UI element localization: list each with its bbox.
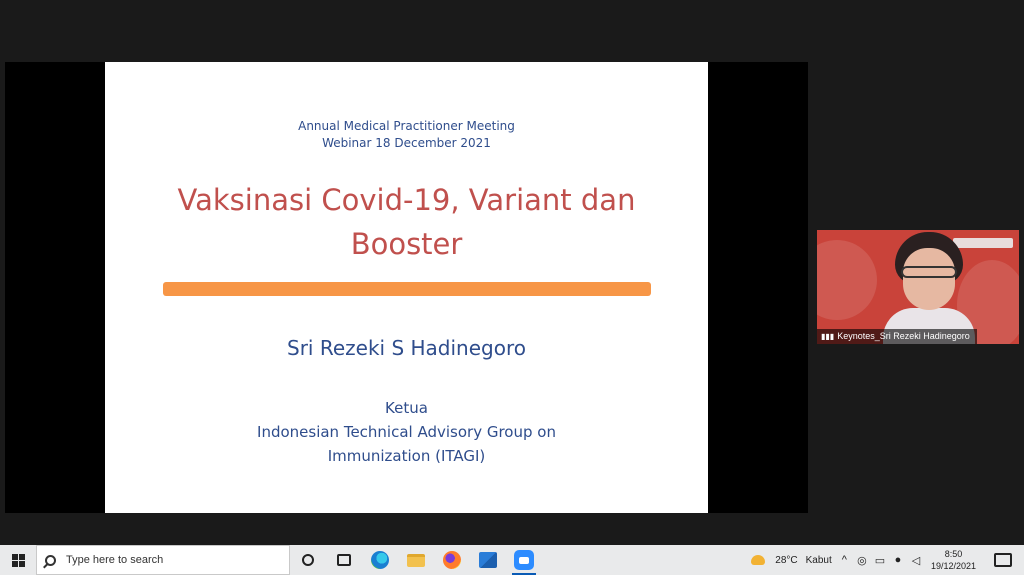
meeting-name: Annual Medical Practitioner Meeting: [298, 119, 515, 133]
slide-title-line2: Booster: [350, 227, 463, 261]
clock-date: 19/12/2021: [930, 561, 976, 571]
presenter-name: Sri Rezeki S Hadinegoro: [287, 336, 526, 360]
signal-bars-icon: ▮▮▮: [821, 332, 835, 341]
search-placeholder: Type here to search: [66, 554, 164, 566]
org-line1: Indonesian Technical Advisory Group on: [257, 423, 556, 441]
meeting-info: Annual Medical Practitioner Meeting Webi…: [105, 118, 708, 152]
show-hidden-icons-chevron-icon[interactable]: ^: [842, 554, 847, 566]
zoom-icon: [514, 550, 534, 570]
windows-taskbar: Type here to search 28°C Kabut ^ ◎ ▭ ● ◁…: [0, 545, 1024, 575]
volume-icon[interactable]: ◁: [909, 554, 923, 567]
edge-browser-icon: [371, 551, 389, 569]
task-view-icon: [337, 554, 351, 566]
network-icon[interactable]: ▭: [873, 554, 887, 567]
system-tray: 28°C Kabut ^ ◎ ▭ ● ◁ 8:50 19/12/2021: [751, 545, 1024, 575]
task-view-button[interactable]: [326, 545, 362, 575]
firefox-icon: [443, 551, 461, 569]
participant-face: [903, 248, 955, 310]
firefox-taskbar-button[interactable]: [434, 545, 470, 575]
background-shape: [817, 240, 877, 320]
clock-time: 8:50: [944, 549, 963, 559]
cortana-button[interactable]: [290, 545, 326, 575]
weather-description[interactable]: Kabut: [806, 555, 832, 566]
participant-video-tile[interactable]: ▮▮▮ Keynotes_Sri Rezeki Hadinegoro: [817, 230, 1019, 344]
participant-video: [883, 230, 975, 344]
accent-bar: [163, 282, 651, 296]
microphone-icon[interactable]: ●: [891, 554, 905, 566]
windows-logo-icon: [11, 553, 25, 567]
participant-name-label: ▮▮▮ Keynotes_Sri Rezeki Hadinegoro: [817, 329, 977, 344]
photos-icon: [479, 552, 497, 568]
slide-title-line1: Vaksinasi Covid-19, Variant dan: [177, 183, 636, 217]
presenter-affiliation: Ketua Indonesian Technical Advisory Grou…: [105, 396, 708, 468]
participant-glasses: [901, 266, 957, 278]
meeting-area: Annual Medical Practitioner Meeting Webi…: [0, 0, 1024, 545]
slide-title: Vaksinasi Covid-19, Variant dan Booster: [105, 178, 708, 266]
folder-icon: [407, 553, 425, 567]
weather-cloud-sun-icon[interactable]: [751, 555, 766, 565]
file-explorer-taskbar-button[interactable]: [398, 545, 434, 575]
taskbar-search-box[interactable]: Type here to search: [36, 545, 290, 575]
weather-temperature[interactable]: 28°C: [775, 555, 797, 566]
notification-center-icon[interactable]: [994, 553, 1012, 567]
presenter-role: Ketua: [385, 399, 428, 417]
org-line2: Immunization (ITAGI): [327, 447, 486, 465]
zoom-taskbar-button[interactable]: [506, 545, 542, 575]
start-button[interactable]: [0, 545, 36, 575]
clock[interactable]: 8:50 19/12/2021: [931, 548, 976, 572]
photos-taskbar-button[interactable]: [470, 545, 506, 575]
meet-now-icon[interactable]: ◎: [855, 554, 869, 567]
search-icon: [45, 554, 56, 566]
participant-name: Keynotes_Sri Rezeki Hadinegoro: [837, 331, 970, 341]
edge-taskbar-button[interactable]: [362, 545, 398, 575]
webinar-date: Webinar 18 December 2021: [322, 136, 491, 150]
shared-slide: Annual Medical Practitioner Meeting Webi…: [105, 62, 708, 513]
cortana-icon: [302, 554, 314, 566]
